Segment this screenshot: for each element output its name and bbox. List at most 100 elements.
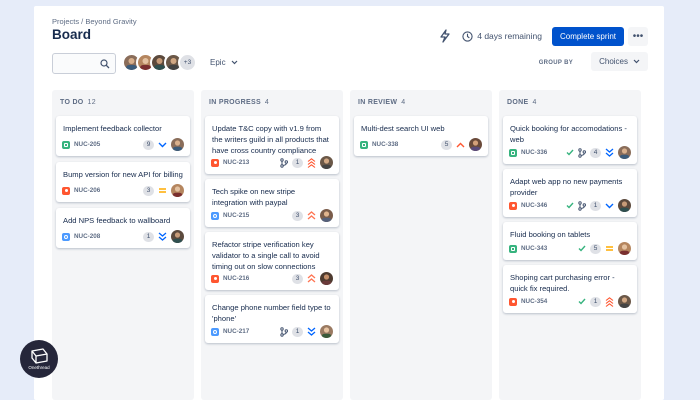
issue-card[interactable]: Tech spike on new stripe integration wit…: [205, 179, 339, 227]
column-count: 4: [401, 99, 406, 106]
priority-lowest-icon: [307, 327, 316, 336]
issue-key[interactable]: NUC-216: [223, 275, 288, 282]
issue-card[interactable]: Add NPS feedback to wallboard NUC-208 1: [56, 208, 190, 248]
epic-filter[interactable]: Epic: [210, 58, 238, 67]
task-type-icon: [62, 232, 70, 241]
card-footer: NUC-338 5: [360, 138, 482, 151]
priority-medium-icon: [158, 187, 167, 194]
priority-highest-icon: [307, 157, 316, 168]
issue-card[interactable]: Update T&C copy with v1.9 from the write…: [205, 116, 339, 174]
card-footer: NUC-213 1: [211, 156, 333, 169]
card-footer: NUC-206 3: [62, 184, 184, 197]
avatar[interactable]: [320, 272, 333, 285]
issue-key[interactable]: NUC-346: [521, 202, 562, 209]
priority-lowest-icon: [158, 232, 167, 241]
priority-high-icon: [307, 211, 316, 220]
issue-key[interactable]: NUC-217: [223, 328, 276, 335]
issue-card[interactable]: Bump version for new API for billing NUC-…: [56, 162, 190, 202]
issue-key[interactable]: NUC-213: [223, 159, 276, 166]
card-footer: NUC-343 5: [509, 242, 631, 255]
issue-card[interactable]: Quick booking for accomodations - web NUC…: [503, 116, 637, 164]
story-type-icon: [360, 140, 368, 149]
issue-card[interactable]: Fluid booking on tablets NUC-343 5: [503, 222, 637, 260]
column-count: 4: [264, 99, 270, 106]
breadcrumb[interactable]: Projects / Beyond Gravity: [52, 17, 137, 26]
branch-icon: [280, 326, 288, 337]
check-icon: [566, 202, 574, 209]
card-footer: NUC-216 3: [211, 272, 333, 285]
issue-card[interactable]: Adapt web app no new payments provider NU…: [503, 169, 637, 217]
card-footer: NUC-215 3: [211, 209, 333, 222]
issue-key[interactable]: NUC-208: [74, 233, 139, 240]
avatar[interactable]: [320, 325, 333, 338]
lightning-icon[interactable]: [438, 29, 452, 43]
issue-key[interactable]: NUC-336: [521, 149, 562, 156]
card-footer: NUC-205 9: [62, 138, 184, 151]
issue-card[interactable]: Implement feedback collector NUC-205 9: [56, 116, 190, 156]
card-footer: NUC-336 4: [509, 146, 631, 159]
sprint-remaining: 4 days remaining: [477, 31, 542, 41]
avatar[interactable]: [171, 138, 184, 151]
card-summary: Multi-dest search UI web: [361, 124, 445, 133]
task-type-icon: [211, 327, 219, 336]
bug-type-icon: [509, 297, 517, 306]
card-summary: Fluid booking on tablets: [510, 230, 591, 239]
avatar[interactable]: [171, 184, 184, 197]
issue-card[interactable]: Refactor stripe verification key validat…: [205, 232, 339, 290]
avatar[interactable]: [618, 242, 631, 255]
priority-highest-icon: [605, 296, 614, 307]
priority-low-icon: [158, 142, 167, 148]
avatar[interactable]: [171, 230, 184, 243]
avatar[interactable]: [320, 209, 333, 222]
page-title: Board: [52, 27, 92, 42]
issue-key[interactable]: NUC-206: [74, 187, 139, 194]
bug-type-icon: [211, 158, 219, 167]
bug-type-icon: [211, 274, 219, 283]
card-footer: NUC-354 1: [509, 295, 631, 308]
card-summary: Refactor stripe verification key validat…: [212, 240, 320, 271]
issue-key[interactable]: NUC-215: [223, 212, 288, 219]
complete-sprint-button[interactable]: Complete sprint: [551, 26, 624, 46]
card-summary: Add NPS feedback to wallboard: [63, 216, 171, 225]
bug-type-icon: [509, 201, 517, 210]
group-by-select[interactable]: Choices: [591, 52, 648, 71]
issue-card[interactable]: Change phone number field type to 'phone…: [205, 295, 339, 343]
avatar[interactable]: [320, 156, 333, 169]
estimate-badge: 3: [143, 185, 154, 196]
avatar[interactable]: [618, 146, 631, 159]
estimate-badge: 5: [441, 139, 452, 150]
more-icon[interactable]: •••: [628, 26, 648, 46]
avatar[interactable]: [618, 199, 631, 212]
branch-icon: [578, 147, 586, 158]
issue-key[interactable]: NUC-343: [521, 245, 574, 252]
issue-key[interactable]: NUC-205: [74, 141, 139, 148]
check-icon: [578, 245, 586, 252]
clock-icon: [462, 30, 473, 42]
estimate-badge: 1: [292, 326, 303, 337]
issue-key[interactable]: NUC-354: [521, 298, 574, 305]
estimate-badge: 4: [590, 147, 601, 158]
estimate-badge: 1: [292, 157, 303, 168]
column-count: 12: [87, 99, 96, 106]
avatar[interactable]: [618, 295, 631, 308]
issue-card[interactable]: Multi-dest search UI web NUC-338 5: [354, 116, 488, 156]
card-summary: Shoping cart purchasing error - quick fi…: [510, 273, 615, 293]
card-summary: Quick booking for accomodations - web: [510, 124, 627, 144]
card-summary: Tech spike on new stripe integration wit…: [212, 187, 296, 207]
branch-icon: [280, 157, 288, 168]
column-done: DONE 4 Quick booking for accomodations - …: [499, 90, 641, 400]
search-input[interactable]: [52, 53, 116, 74]
column-title: TO DO: [60, 99, 84, 106]
story-type-icon: [62, 140, 70, 149]
avatar[interactable]: [469, 138, 482, 151]
priority-high-icon: [456, 142, 465, 148]
column-in-review: IN REVIEW 4 Multi-dest search UI web NUC-3…: [350, 90, 492, 400]
bug-type-icon: [62, 186, 70, 195]
more-assignees-badge[interactable]: +3: [178, 53, 197, 72]
estimate-badge: 3: [292, 273, 303, 284]
search-icon: [100, 59, 110, 69]
issue-card[interactable]: Shoping cart purchasing error - quick fi…: [503, 265, 637, 313]
card-summary: Change phone number field type to 'phone…: [212, 303, 331, 323]
group-by-value: Choices: [599, 57, 628, 66]
issue-key[interactable]: NUC-338: [372, 141, 437, 148]
